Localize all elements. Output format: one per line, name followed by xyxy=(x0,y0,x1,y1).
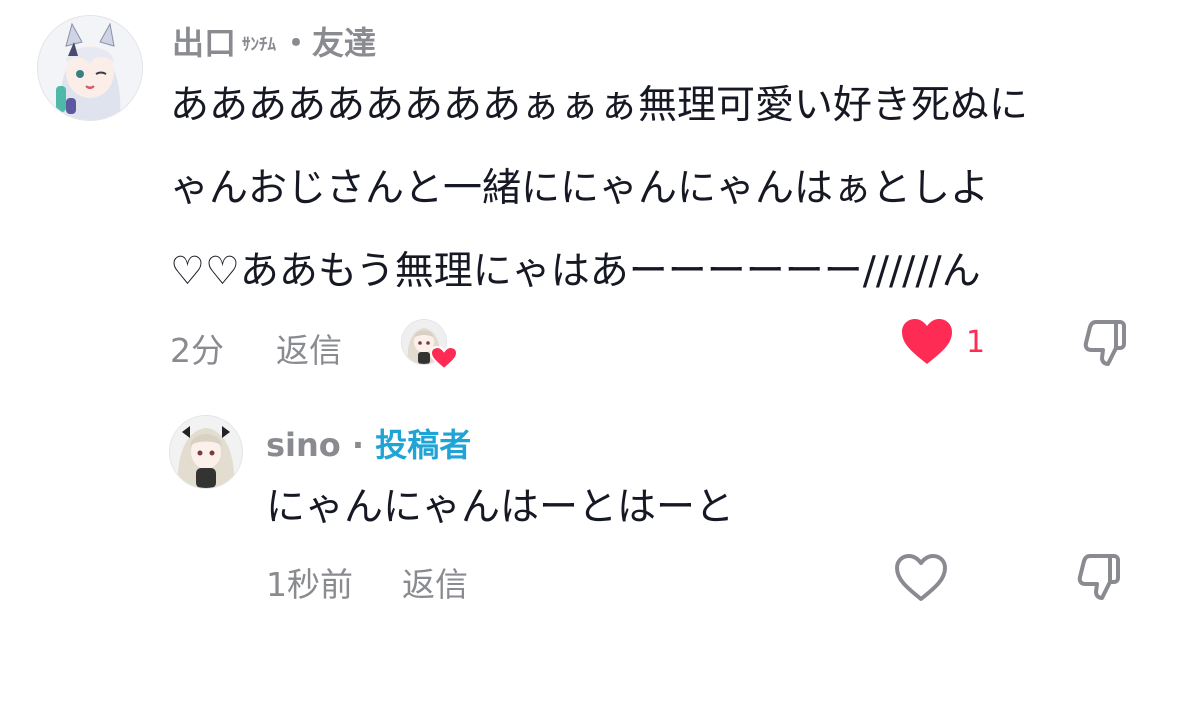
anime-girl-avatar-icon xyxy=(38,16,142,120)
comment-author-line: sino · 投稿者 xyxy=(266,420,471,466)
relation-badge: 友達 xyxy=(312,24,377,62)
thumbs-down-icon xyxy=(1077,554,1120,600)
separator-dot: · xyxy=(340,426,376,464)
comment-text-line: ♡♡ああもう無理にゃはあーーーーーー//////ん xyxy=(170,249,981,294)
heart-outline-icon xyxy=(895,554,947,601)
reply-button[interactable]: 返信 xyxy=(402,558,468,606)
author-tag: ｻﾝﾁﾑ xyxy=(242,35,277,55)
comment-timestamp: 1秒前 xyxy=(266,565,353,604)
comment-author-line: 出口 ｻﾝﾁﾑ ・友達 xyxy=(172,18,376,64)
anime-girl-avatar-icon xyxy=(170,416,242,488)
like-count: 1 xyxy=(966,324,986,360)
comment-timestamp: 2分 xyxy=(170,331,224,370)
dislike-button[interactable] xyxy=(1082,318,1134,374)
creator-badge: 投稿者 xyxy=(375,426,472,464)
like-button[interactable] xyxy=(894,554,948,602)
comment-text-line: あああああああああぁぁぁ無理可愛い好き死ぬに xyxy=(170,83,1029,128)
reply-button[interactable]: 返信 xyxy=(276,324,342,372)
like-button[interactable]: 1 xyxy=(900,318,985,366)
author-name[interactable]: sino xyxy=(266,426,341,464)
comment-text-line: ゃんおじさんと一緒ににゃんにゃんはぁとしよ xyxy=(170,166,990,211)
comment-text: にゃんにゃんはーとはーと xyxy=(266,466,734,549)
dislike-button[interactable] xyxy=(1076,552,1128,608)
comment-text: あああああああああぁぁぁ無理可愛い好き死ぬに ゃんおじさんと一緒ににゃんにゃんは… xyxy=(170,64,1028,313)
heart-filled-icon xyxy=(902,319,952,364)
commenter-avatar[interactable] xyxy=(170,416,242,488)
author-name[interactable]: 出口 xyxy=(172,24,236,62)
separator-dot: ・ xyxy=(280,24,313,62)
liked-by-author-avatar xyxy=(402,320,458,370)
thumbs-down-icon xyxy=(1083,320,1126,366)
commenter-avatar[interactable] xyxy=(38,16,142,120)
heart-badge-icon xyxy=(430,346,458,370)
comment-text-line: にゃんにゃんはーとはーと xyxy=(266,485,735,530)
